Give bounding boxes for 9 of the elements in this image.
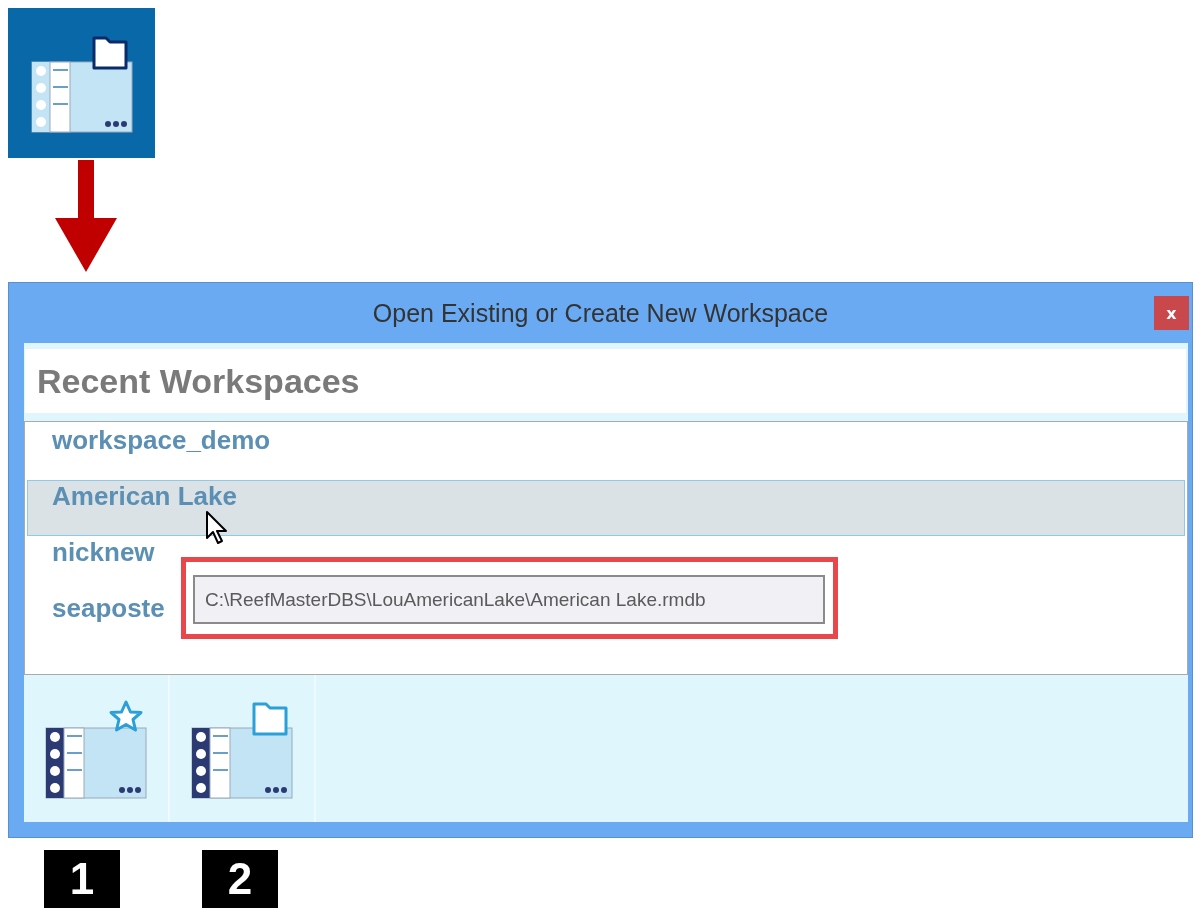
workspace-item[interactable]: workspace_demo [27, 424, 1185, 480]
close-button[interactable]: x [1154, 296, 1189, 330]
number-callout: 2 [202, 850, 278, 908]
launcher-button[interactable] [8, 8, 155, 158]
path-tooltip: C:\ReefMasterDBS\LouAmericanLake\American Lake.rmdb [193, 575, 825, 624]
number-callout: 1 [44, 850, 120, 908]
section-heading: Recent Workspaces [37, 361, 360, 401]
selected-workspace-item[interactable]: American Lake [27, 480, 1185, 536]
window-title: Open Existing or Create New Workspace [372, 298, 829, 328]
